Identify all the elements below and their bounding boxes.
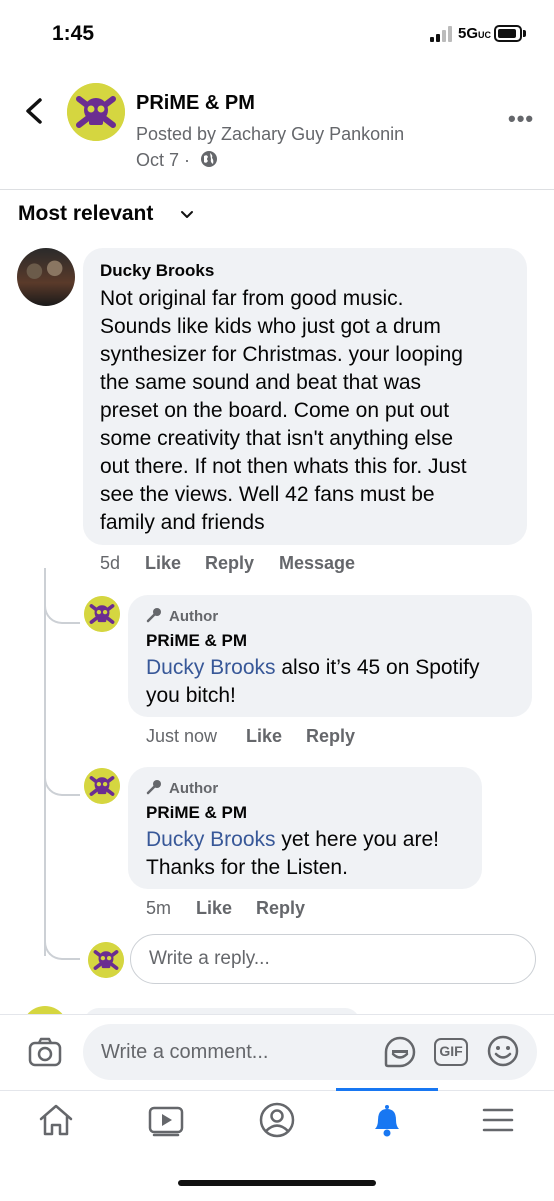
reply-like-button[interactable]: Like (196, 898, 232, 919)
back-arrow-icon[interactable] (22, 96, 48, 126)
comment-author[interactable]: Ducky Brooks (100, 261, 214, 281)
skull-logo-icon (88, 942, 124, 978)
sticker-icon[interactable] (382, 1034, 418, 1070)
author-badge: Author (169, 608, 219, 625)
skull-logo-icon (67, 83, 125, 141)
mention-link[interactable]: Ducky Brooks (146, 828, 276, 851)
signal-strength-icon (430, 26, 452, 42)
skull-logo-icon (84, 596, 120, 632)
menu-icon[interactable] (478, 1102, 518, 1138)
mention-link[interactable]: Ducky Brooks (146, 656, 276, 679)
posted-by-text: Posted by Zachary Guy Pankonin (136, 124, 405, 144)
sort-dropdown[interactable]: Most relevant (18, 202, 153, 226)
post-date: Oct 7 · (136, 150, 191, 170)
reply-text: Ducky Brooks yet here you are! Thanks fo… (146, 828, 439, 879)
reply-author[interactable]: PRiME & PM (146, 631, 247, 651)
reply-reply-button[interactable]: Reply (306, 726, 355, 747)
reply-time: Just now (146, 726, 218, 746)
home-indicator (178, 1180, 376, 1186)
reply-author[interactable]: PRiME & PM (146, 803, 247, 823)
more-options-icon[interactable]: ••• (508, 106, 534, 132)
reply-input[interactable]: Write a reply... (130, 934, 536, 984)
comment-reply-button[interactable]: Reply (205, 553, 254, 574)
battery-tip (523, 30, 526, 37)
reply-text: Ducky Brooks also it’s 45 on Spotify you… (146, 656, 480, 707)
notifications-bell-icon[interactable] (367, 1102, 407, 1138)
thread-elbow (44, 772, 80, 796)
thread-line (44, 568, 46, 956)
microphone-icon (146, 780, 161, 795)
watch-video-icon[interactable] (146, 1102, 186, 1138)
microphone-icon (146, 608, 161, 623)
my-avatar (88, 942, 124, 978)
network-label: 5GUC (458, 25, 492, 42)
reply-time: 5m (146, 898, 172, 918)
reply-like-button[interactable]: Like (246, 726, 282, 747)
skull-logo-icon (84, 768, 120, 804)
globe-icon (201, 151, 217, 167)
active-tab-indicator (336, 1088, 438, 1091)
header-divider (0, 189, 554, 190)
home-icon[interactable] (36, 1102, 76, 1138)
page-name[interactable]: PRiME & PM (136, 92, 255, 115)
thread-elbow (44, 936, 80, 960)
gif-button[interactable]: GIF (434, 1038, 468, 1066)
comment-text: Not original far from good music. Sounds… (100, 287, 467, 534)
comment-input[interactable]: Write a comment... (83, 1024, 537, 1080)
chevron-down-icon[interactable] (180, 208, 194, 222)
battery-icon (494, 25, 522, 42)
comment-time: 5d (100, 553, 121, 573)
profile-icon[interactable] (257, 1102, 297, 1138)
status-time: 1:45 (52, 22, 95, 45)
page-avatar[interactable] (67, 83, 125, 141)
user-avatar[interactable] (17, 248, 75, 306)
reply-avatar[interactable] (84, 768, 120, 804)
reply-avatar[interactable] (84, 596, 120, 632)
emoji-icon[interactable] (486, 1034, 520, 1068)
author-badge: Author (169, 780, 219, 797)
comment-like-button[interactable]: Like (145, 553, 181, 574)
thread-elbow (44, 600, 80, 624)
reply-reply-button[interactable]: Reply (256, 898, 305, 919)
comment-message-button[interactable]: Message (279, 553, 355, 574)
camera-icon[interactable] (28, 1035, 62, 1069)
